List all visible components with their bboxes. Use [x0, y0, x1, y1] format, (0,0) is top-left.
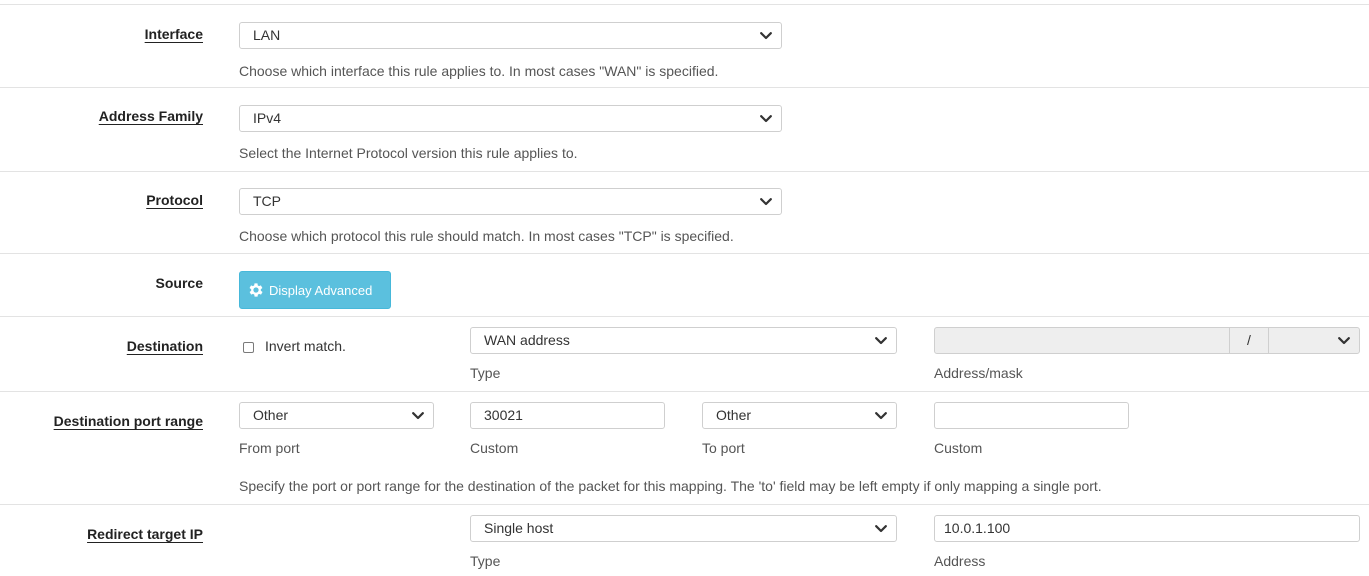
redirect-target-type-value: Single host — [484, 520, 554, 536]
display-advanced-label: Display Advanced — [269, 282, 373, 298]
address-family-select[interactable]: IPv4 — [239, 105, 782, 132]
interface-row: Interface LAN Choose which interface thi… — [0, 4, 1369, 87]
redirect-target-type-select[interactable]: Single host — [470, 515, 897, 542]
redirect-target-type-caption: Type — [470, 553, 501, 569]
redirect-target-address-caption: Address — [934, 553, 986, 569]
destination-address-input[interactable] — [934, 327, 1230, 354]
interface-select[interactable]: LAN — [239, 22, 782, 49]
redirect-target-label[interactable]: Redirect target IP — [87, 526, 203, 542]
chevron-down-icon — [875, 516, 887, 541]
redirect-target-address-input[interactable]: 10.0.1.100 — [934, 515, 1360, 542]
destination-type-caption: Type — [470, 365, 501, 381]
protocol-label[interactable]: Protocol — [146, 192, 203, 208]
dest-port-range-row: Destination port range Other From port 3… — [0, 391, 1369, 504]
from-port-custom-input[interactable]: 30021 — [470, 402, 665, 429]
address-family-help: Select the Internet Protocol version thi… — [239, 145, 578, 161]
destination-address-caption: Address/mask — [934, 365, 1023, 381]
chevron-down-icon — [875, 328, 887, 353]
chevron-down-icon — [1338, 328, 1350, 353]
interface-help: Choose which interface this rule applies… — [239, 63, 719, 79]
destination-type-value: WAN address — [484, 332, 570, 348]
chevron-down-icon — [875, 403, 887, 428]
source-row: Source Display Advanced — [0, 253, 1369, 316]
from-port-select[interactable]: Other — [239, 402, 434, 429]
mask-separator-text: / — [1247, 332, 1251, 348]
address-family-select-value: IPv4 — [253, 110, 282, 126]
to-port-caption: To port — [702, 440, 745, 456]
to-port-value: Other — [716, 407, 752, 423]
invert-match-checkbox[interactable] — [243, 342, 254, 353]
destination-mask-separator: / — [1229, 327, 1269, 354]
chevron-down-icon — [760, 23, 772, 48]
to-port-custom-caption: Custom — [934, 440, 983, 456]
interface-select-value: LAN — [253, 27, 281, 43]
display-advanced-button[interactable]: Display Advanced — [239, 271, 391, 309]
protocol-row: Protocol TCP Choose which protocol this … — [0, 171, 1369, 253]
to-port-select[interactable]: Other — [702, 402, 897, 429]
chevron-down-icon — [760, 189, 772, 214]
protocol-select-value: TCP — [253, 193, 281, 209]
destination-row: Destination Invert match. WAN address Ty… — [0, 316, 1369, 391]
protocol-select[interactable]: TCP — [239, 188, 782, 215]
address-family-row: Address Family IPv4 Select the Internet … — [0, 87, 1369, 171]
from-port-value: Other — [253, 407, 289, 423]
source-label: Source — [155, 275, 203, 291]
gear-icon — [247, 281, 265, 299]
destination-type-select[interactable]: WAN address — [470, 327, 897, 354]
to-port-custom-input[interactable] — [934, 402, 1129, 429]
destination-mask-select[interactable] — [1268, 327, 1360, 354]
dest-port-range-label[interactable]: Destination port range — [54, 413, 203, 429]
destination-label[interactable]: Destination — [127, 338, 203, 354]
chevron-down-icon — [412, 403, 424, 428]
invert-match-label[interactable]: Invert match. — [265, 338, 346, 354]
from-port-custom-caption: Custom — [470, 440, 519, 456]
chevron-down-icon — [760, 106, 772, 131]
from-port-caption: From port — [239, 440, 300, 456]
protocol-help: Choose which protocol this rule should m… — [239, 228, 734, 244]
dest-port-range-help: Specify the port or port range for the d… — [239, 478, 1102, 494]
redirect-target-row: Redirect target IP Single host Type 10.0… — [0, 504, 1369, 576]
interface-label[interactable]: Interface — [145, 26, 203, 42]
address-family-label[interactable]: Address Family — [99, 108, 203, 124]
